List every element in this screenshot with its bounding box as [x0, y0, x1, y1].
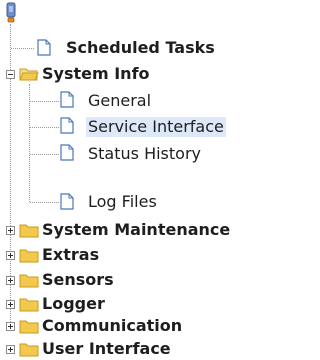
page-icon: [60, 144, 74, 161]
page-icon: [60, 117, 74, 134]
tree-item-extras[interactable]: Extras: [42, 244, 99, 266]
folder-icon: [19, 274, 39, 288]
folder-open-icon: [19, 68, 39, 81]
computer-icon: [6, 2, 16, 23]
tree-item-status-history[interactable]: Status History: [88, 143, 201, 165]
tree-item-label: Scheduled Tasks: [66, 38, 215, 57]
tree-item-user-interface[interactable]: User Interface: [42, 338, 171, 360]
folder-icon: [19, 298, 39, 312]
tree-item-system-maintenance[interactable]: System Maintenance: [42, 219, 230, 241]
folder-icon: [19, 224, 39, 238]
tree-item-communication[interactable]: Communication: [42, 315, 182, 337]
expand-toggle-icon[interactable]: [6, 226, 15, 235]
expand-toggle-icon[interactable]: [6, 276, 15, 285]
tree-item-service-interface[interactable]: Service Interface: [86, 116, 226, 138]
tree-item-scheduled-tasks[interactable]: Scheduled Tasks: [66, 37, 215, 59]
tree-item-label: Logger: [42, 294, 105, 313]
tree-item-log-files[interactable]: Log Files: [88, 191, 157, 213]
tree-item-label: Extras: [42, 245, 100, 264]
expand-toggle-icon[interactable]: [6, 322, 15, 331]
page-icon: [60, 193, 74, 210]
tree-item-general[interactable]: General: [88, 90, 151, 112]
tree-item-label: System Maintenance: [42, 220, 231, 239]
tree-item-label: Communication: [42, 316, 183, 335]
tree-item-label: System Info: [42, 64, 150, 83]
folder-icon: [19, 249, 39, 263]
collapse-toggle-icon[interactable]: [6, 70, 15, 79]
expand-toggle-icon[interactable]: [6, 345, 15, 354]
tree-item-label: Status History: [88, 144, 201, 163]
folder-icon: [19, 320, 39, 334]
tree-item-label: User Interface: [42, 339, 171, 358]
tree-item-label: Service Interface: [86, 117, 226, 137]
folder-icon: [19, 343, 39, 357]
tree-item-label: General: [88, 91, 152, 110]
tree-item-label: Sensors: [42, 270, 114, 289]
page-icon: [37, 39, 51, 56]
tree-item-label: Log Files: [88, 192, 157, 211]
expand-toggle-icon[interactable]: [6, 251, 15, 260]
expand-toggle-icon[interactable]: [6, 300, 15, 309]
tree-item-sensors[interactable]: Sensors: [42, 269, 114, 291]
tree-item-system-info[interactable]: System Info: [42, 63, 150, 85]
tree-item-logger[interactable]: Logger: [42, 293, 105, 315]
navigation-tree: Scheduled Tasks System Info General Serv…: [0, 0, 284, 358]
page-icon: [60, 91, 74, 108]
